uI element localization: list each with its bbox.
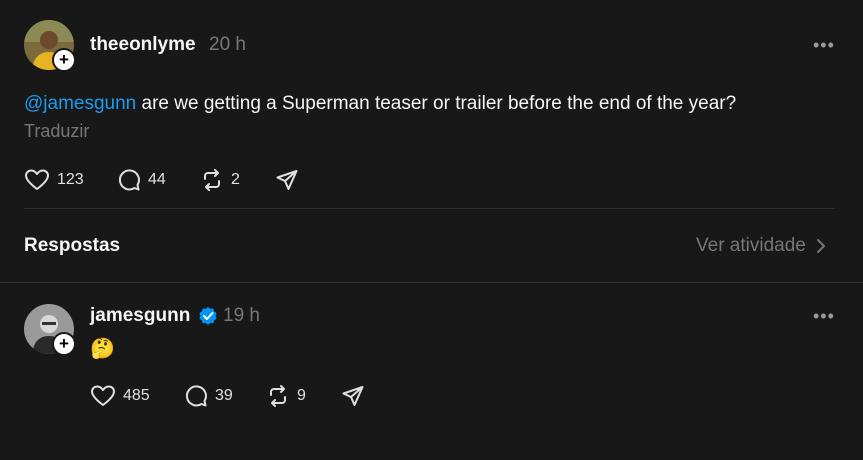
comment-icon	[185, 385, 207, 407]
full-divider	[0, 282, 863, 283]
repost-count: 9	[297, 387, 306, 404]
follow-plus-icon[interactable]: +	[52, 332, 76, 356]
share-button[interactable]	[275, 168, 299, 192]
comment-icon	[118, 169, 140, 191]
like-count: 485	[123, 387, 150, 404]
reply-time[interactable]: 19 h	[223, 305, 260, 327]
heart-icon	[91, 385, 115, 406]
like-button[interactable]: 485	[90, 384, 150, 408]
post-body: @jamesgunn are we getting a Superman tea…	[24, 93, 736, 115]
share-button[interactable]	[341, 384, 365, 408]
reply-button[interactable]: 39	[184, 384, 233, 408]
chevron-right-icon	[816, 239, 825, 253]
post-text: are we getting a Superman teaser or trai…	[136, 93, 737, 114]
heart-icon	[25, 169, 49, 190]
follow-plus-icon[interactable]: +	[52, 48, 76, 72]
send-icon	[342, 386, 364, 406]
like-button[interactable]: 123	[24, 168, 84, 192]
like-count: 123	[57, 171, 84, 188]
post-time[interactable]: 20 h	[209, 34, 246, 56]
repost-button[interactable]: 2	[200, 168, 240, 192]
verified-badge-icon	[198, 306, 218, 331]
reply-text: 🤔	[90, 338, 115, 360]
reply-count: 39	[215, 387, 233, 404]
send-icon	[276, 170, 298, 190]
reply-count: 44	[148, 171, 166, 188]
post-more-icon[interactable]: •••	[813, 35, 835, 56]
mention-link[interactable]: @jamesgunn	[24, 93, 136, 114]
repost-count: 2	[231, 171, 240, 188]
reply-more-icon[interactable]: •••	[813, 306, 835, 327]
repost-button[interactable]: 9	[266, 384, 306, 408]
responses-title: Respostas	[24, 235, 121, 256]
repost-icon	[204, 169, 220, 191]
view-activity-label: Ver atividade	[696, 235, 806, 256]
reply-button[interactable]: 44	[117, 168, 166, 192]
post-username[interactable]: theeonlyme	[90, 34, 196, 56]
divider	[24, 208, 835, 209]
repost-icon	[270, 385, 286, 407]
translate-link[interactable]: Traduzir	[24, 121, 89, 142]
reply-username[interactable]: jamesgunn	[90, 305, 190, 327]
view-activity-link[interactable]: Ver atividade	[696, 235, 826, 257]
